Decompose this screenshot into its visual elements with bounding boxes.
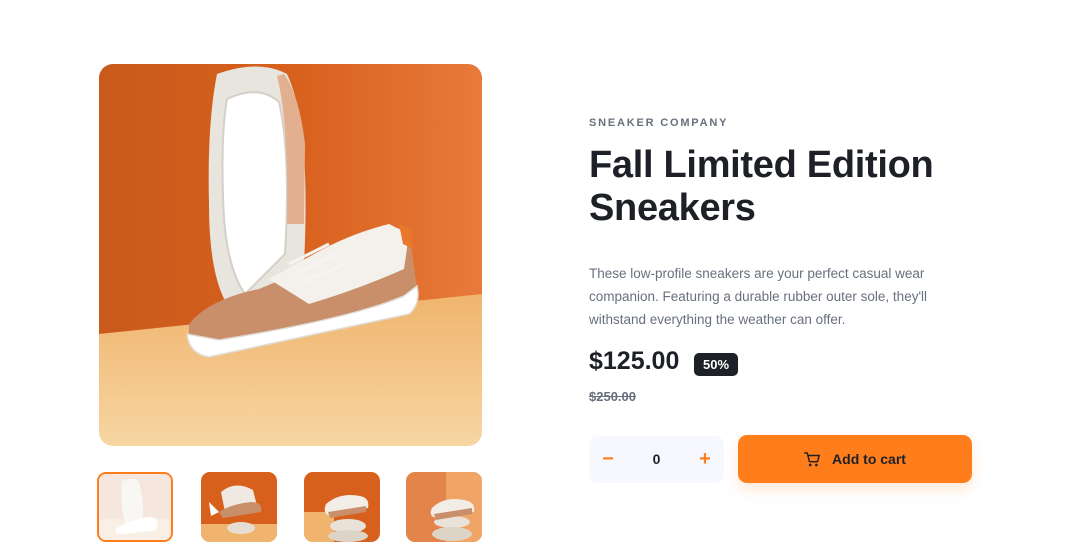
product-title-line-2: Sneakers xyxy=(589,187,756,229)
thumbnail-1-image xyxy=(99,474,171,540)
product-title-line-1: Fall Limited Edition xyxy=(589,144,934,186)
original-price: $250.00 xyxy=(589,389,636,404)
add-to-cart-button[interactable]: Add to cart xyxy=(738,435,972,483)
sneaker-photo xyxy=(99,64,482,446)
quantity-stepper: − 0 + xyxy=(589,436,724,483)
product-description: These low-profile sneakers are your perf… xyxy=(589,266,928,327)
add-to-cart-label: Add to cart xyxy=(832,451,906,467)
discount-badge: 50% xyxy=(694,353,738,376)
thumbnail-4-image xyxy=(406,472,482,542)
cart-icon xyxy=(804,451,821,466)
minus-icon[interactable]: − xyxy=(589,436,627,483)
thumbnail-3-image xyxy=(304,472,380,542)
plus-icon[interactable]: + xyxy=(686,436,724,483)
product-main-image[interactable] xyxy=(99,64,482,446)
thumbnail-2[interactable] xyxy=(201,472,277,542)
company-name: SNEAKER COMPANY xyxy=(589,117,729,129)
thumbnail-1[interactable] xyxy=(97,472,173,542)
current-price: $125.00 xyxy=(589,347,680,375)
quantity-value: 0 xyxy=(652,451,661,467)
thumbnail-3[interactable] xyxy=(304,472,380,542)
thumbnail-4[interactable] xyxy=(406,472,482,542)
thumbnail-2-image xyxy=(201,472,277,542)
product-title: Fall Limited Edition Sneakers xyxy=(589,144,1009,230)
